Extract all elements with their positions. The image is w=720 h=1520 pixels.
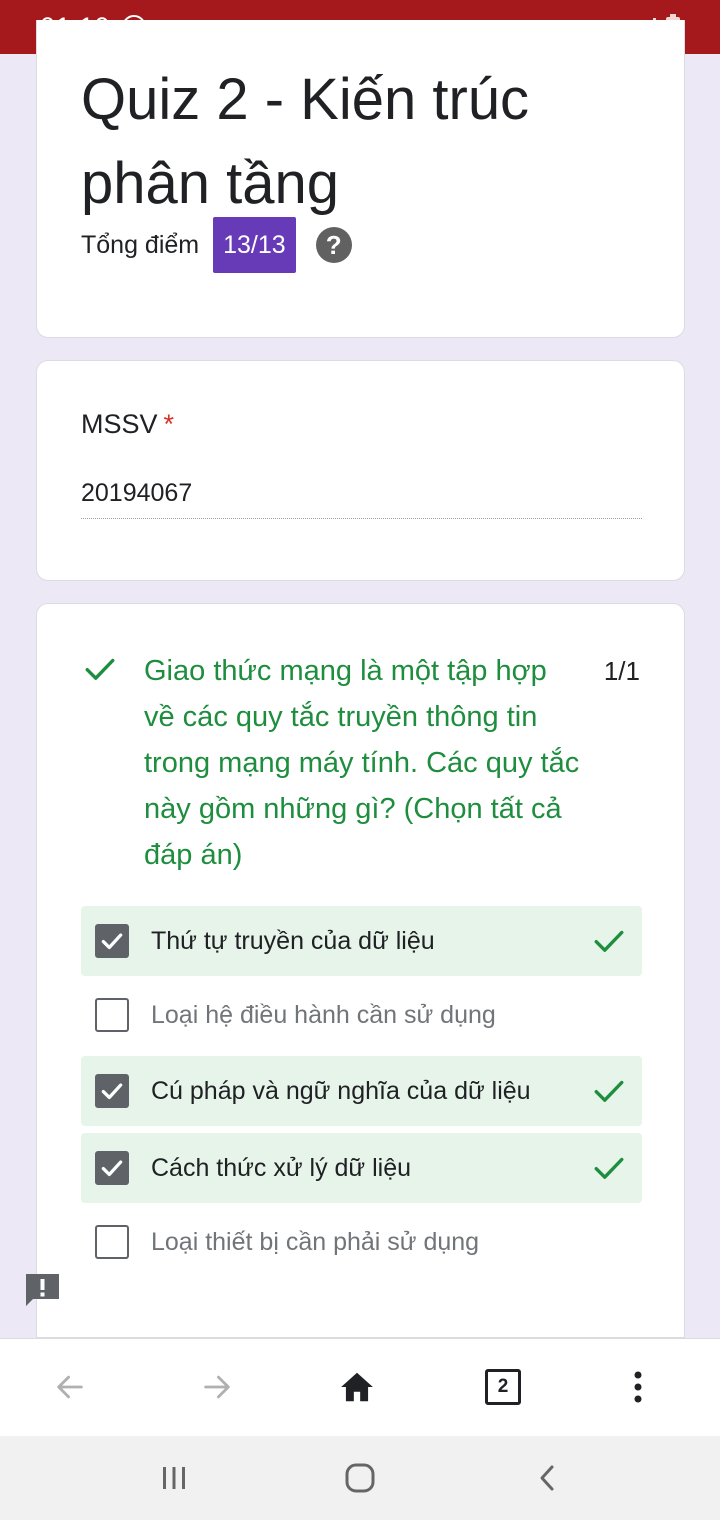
help-icon[interactable]: ? — [315, 227, 352, 263]
option-row[interactable]: Loại hệ điều hành cần sử dụng — [81, 980, 642, 1050]
home-icon — [341, 1372, 373, 1402]
option-label: Loại hệ điều hành cần sử dụng — [151, 1000, 496, 1029]
mssv-answer: 20194067 — [81, 479, 642, 519]
home-outline-icon — [345, 1463, 375, 1493]
score-row: Tổng điểm 13/13 ? — [81, 217, 352, 273]
mssv-card: MSSV * 20194067 — [36, 360, 685, 581]
score-label: Tổng điểm — [81, 230, 200, 259]
arrow-right-icon — [204, 1375, 230, 1399]
tabs-button[interactable]: 2 — [485, 1369, 521, 1405]
option-label: Thứ tự truyền của dữ liệu — [151, 926, 435, 955]
quiz-header-card: Quiz 2 - Kiến trúc phân tầng Tổng điểm 1… — [36, 20, 685, 338]
option-row[interactable]: Thứ tự truyền của dữ liệu — [81, 906, 642, 976]
system-navigation-bar — [0, 1436, 720, 1520]
option-label: Loại thiết bị cần phải sử dụng — [151, 1227, 480, 1256]
correct-check-icon — [85, 658, 115, 680]
arrow-left-icon — [57, 1375, 83, 1399]
score-badge: 13/13 — [213, 217, 296, 273]
question-points: 1/1 — [603, 656, 640, 686]
correct-check-icon — [594, 1157, 624, 1179]
more-menu-button[interactable] — [618, 1367, 658, 1407]
back-chevron-icon — [540, 1465, 554, 1491]
home-system-button[interactable] — [338, 1456, 382, 1500]
checkmark-icon — [101, 1083, 123, 1100]
correct-check-icon — [594, 1080, 624, 1102]
checkbox-unchecked[interactable] — [95, 1225, 129, 1259]
option-label: Cú pháp và ngữ nghĩa của dữ liệu — [151, 1076, 531, 1105]
recent-apps-icon — [163, 1467, 185, 1489]
checkmark-icon — [101, 1160, 123, 1177]
page-title: Quiz 2 - Kiến trúc phân tầng — [81, 67, 530, 216]
checkbox-checked[interactable] — [95, 1074, 129, 1108]
checkmark-icon — [101, 933, 123, 950]
mssv-label: MSSV * — [81, 409, 174, 440]
option-row[interactable]: Cách thức xử lý dữ liệu — [81, 1133, 642, 1203]
option-label: Cách thức xử lý dữ liệu — [151, 1153, 412, 1182]
report-feedback-icon[interactable] — [24, 1272, 61, 1307]
mssv-label-text: MSSV — [81, 409, 158, 439]
checkbox-checked[interactable] — [95, 1151, 129, 1185]
question-card: Giao thức mạng là một tập hợp về các quy… — [36, 603, 685, 1338]
more-vert-icon — [634, 1371, 642, 1403]
correct-check-icon — [594, 930, 624, 952]
forward-button[interactable] — [197, 1367, 237, 1407]
option-row[interactable]: Loại thiết bị cần phải sử dụng — [81, 1207, 642, 1277]
home-button[interactable] — [337, 1367, 377, 1407]
checkbox-unchecked[interactable] — [95, 998, 129, 1032]
browser-toolbar: 2 — [0, 1338, 720, 1436]
back-system-button[interactable] — [526, 1456, 570, 1500]
back-button[interactable] — [50, 1367, 90, 1407]
checkbox-checked[interactable] — [95, 924, 129, 958]
recent-apps-button[interactable] — [152, 1456, 196, 1500]
option-row[interactable]: Cú pháp và ngữ nghĩa của dữ liệu — [81, 1056, 642, 1126]
question-text: Giao thức mạng là một tập hợp về các quy… — [144, 655, 580, 871]
required-mark: * — [163, 409, 175, 439]
